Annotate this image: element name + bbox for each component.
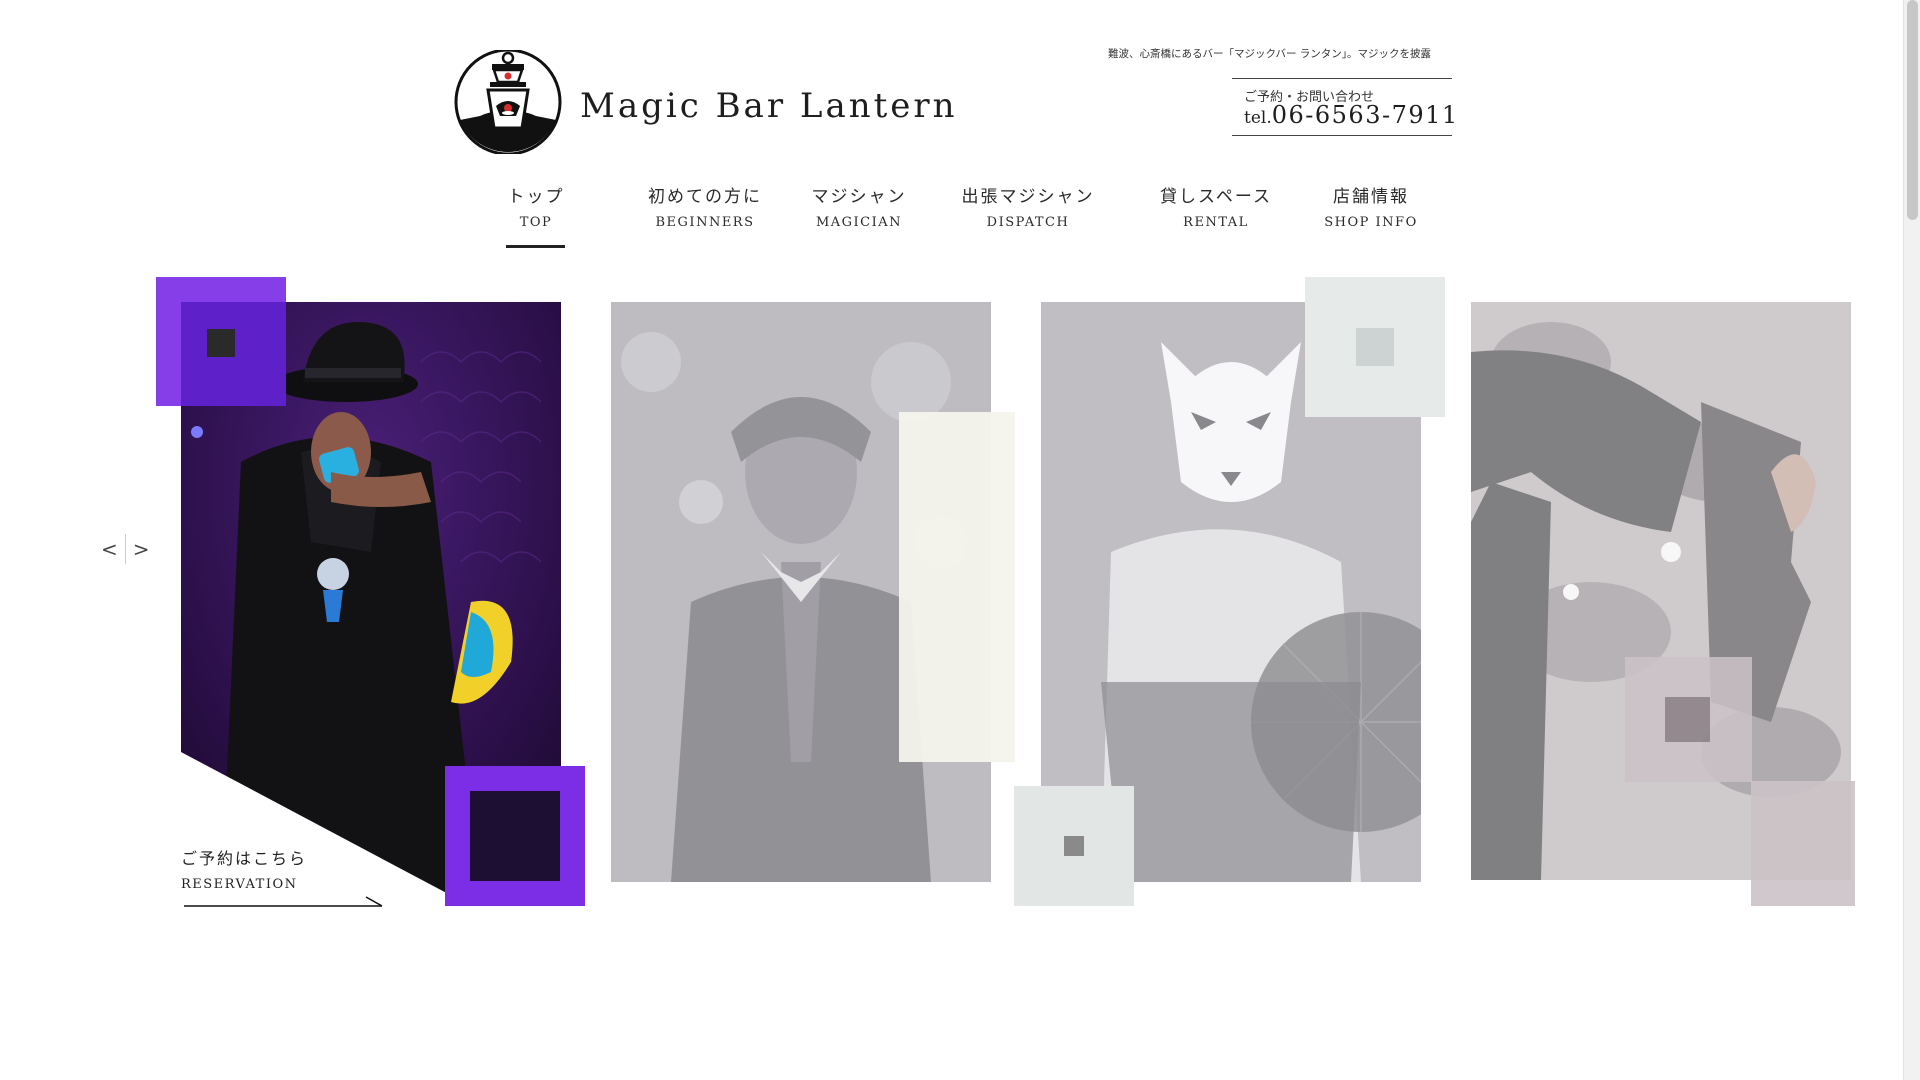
slider-next-button[interactable]: >: [130, 537, 153, 561]
nav-item-label-en: MAGICIAN: [815, 215, 903, 230]
nav-active-indicator: [506, 245, 565, 248]
nav-item-dispatch[interactable]: 出張マジシャン DISPATCH: [955, 182, 1101, 230]
accent-square: [470, 791, 560, 881]
nav-item-label-en: SHOP INFO: [1324, 215, 1418, 230]
tel-number: 06-6563-7911: [1271, 101, 1459, 129]
nav-item-label-jp: トップ: [507, 187, 565, 207]
nav-item-label-jp: 貸しスペース: [1160, 187, 1272, 207]
reservation-label-en: RESERVATION: [181, 877, 298, 892]
nav-item-shop-info[interactable]: 店舗情報 SHOP INFO: [1324, 182, 1418, 230]
nav-item-label-en: TOP: [519, 215, 553, 230]
nav-item-rental[interactable]: 貸しスペース RENTAL: [1154, 182, 1278, 230]
nav-item-label-en: BEGINNERS: [655, 215, 755, 230]
nav-item-label-jp: 出張マジシャン: [961, 187, 1095, 207]
nav-item-label-jp: 店舗情報: [1333, 187, 1409, 207]
nav-item-label-jp: マジシャン: [811, 187, 907, 207]
slider-prev-button[interactable]: <: [98, 537, 121, 561]
contact-box[interactable]: ご予約・お問い合わせ tel.06-6563-7911: [1232, 78, 1457, 136]
nav-item-top[interactable]: トップ TOP: [505, 182, 567, 230]
reservation-label-jp: ご予約はこちら: [181, 849, 308, 868]
slider-controls: < >: [98, 534, 153, 564]
tel-prefix: tel.: [1244, 108, 1272, 128]
arrow-right-icon[interactable]: [184, 896, 386, 910]
vertical-scrollbar[interactable]: [1903, 0, 1920, 1080]
accent-square: [1665, 697, 1710, 742]
accent-square: [1751, 781, 1855, 906]
accent-square: [1356, 328, 1394, 366]
nav-item-label-jp: 初めての方に: [648, 187, 762, 207]
nav-item-magician[interactable]: マジシャン MAGICIAN: [808, 182, 910, 230]
lantern-logo-icon[interactable]: [452, 48, 564, 156]
phone-number[interactable]: tel.06-6563-7911: [1244, 101, 1459, 129]
accent-square: [1064, 836, 1084, 856]
nav-item-label-en: DISPATCH: [986, 215, 1070, 230]
scrollbar-thumb[interactable]: [1907, 0, 1918, 220]
nav-item-beginners[interactable]: 初めての方に BEGINNERS: [643, 182, 767, 230]
header-tagline: 難波、心斎橋にあるバー「マジックバー ランタン」。マジックを披露: [1108, 48, 1432, 60]
reservation-link[interactable]: ご予約はこちら RESERVATION: [181, 845, 307, 892]
brand-name[interactable]: Magic Bar Lantern: [580, 86, 958, 126]
accent-rectangle: [899, 412, 1015, 762]
nav-item-label-en: RENTAL: [1183, 215, 1249, 230]
slider-arrow-divider: [124, 534, 126, 564]
accent-square: [207, 329, 235, 357]
